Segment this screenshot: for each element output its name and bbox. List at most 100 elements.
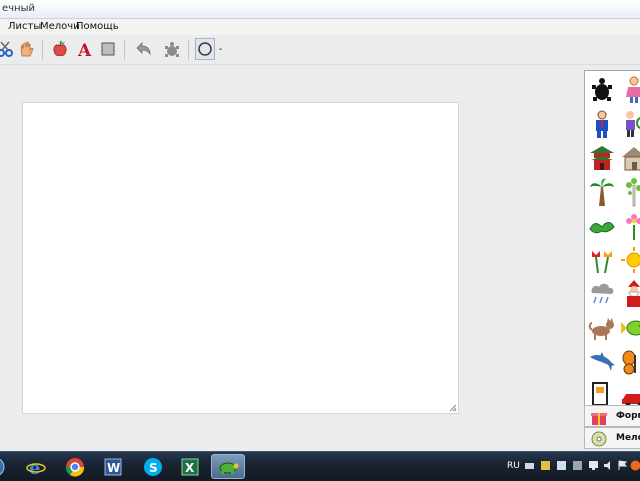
taskbar-internet-explorer[interactable]: e — [19, 454, 53, 479]
palette-item-fish[interactable] — [619, 311, 640, 345]
start-button[interactable] — [0, 454, 10, 479]
palette-item-palm-tree[interactable] — [587, 175, 617, 209]
hand-icon — [17, 40, 35, 58]
ellipse-tool-icon — [196, 40, 214, 58]
ellipse-options-dropdown[interactable]: - — [215, 38, 226, 60]
resize-grip-icon[interactable] — [448, 403, 457, 412]
svg-text:e: e — [29, 458, 40, 477]
fish-icon — [620, 313, 640, 343]
scissors-tool-button[interactable] — [0, 38, 16, 60]
tray-app-icon[interactable] — [556, 460, 567, 471]
apple-icon — [51, 40, 69, 58]
text-tool-button[interactable]: A — [73, 38, 95, 60]
palette-item-sun[interactable] — [619, 243, 640, 277]
fill-tool-button[interactable] — [97, 38, 119, 60]
fill-square-icon — [99, 40, 117, 58]
hand-tool-button[interactable] — [15, 38, 37, 60]
palette-tab-shapes[interactable]: Форм — [584, 405, 640, 427]
svg-text:W: W — [107, 461, 120, 475]
rain-cloud-icon — [588, 279, 616, 309]
palm-tree-icon — [588, 177, 616, 207]
turtle-shape-icon — [163, 40, 181, 58]
boy-with-racket-icon — [620, 109, 640, 139]
palette-item-santa-claus[interactable] — [619, 277, 640, 311]
toolbar-separator — [124, 40, 125, 60]
santa-claus-icon — [620, 279, 640, 309]
palette-tab-trifles-label: Мелоч — [616, 433, 640, 443]
start-orb-icon — [0, 457, 5, 477]
taskbar-turtle-app[interactable] — [211, 454, 245, 479]
taskbar-skype[interactable]: S — [136, 454, 170, 479]
cat-icon — [588, 313, 616, 343]
toolbar-separator — [188, 40, 189, 60]
tray-app-icon[interactable] — [540, 460, 551, 471]
gift-icon — [591, 409, 607, 425]
network-icon[interactable] — [524, 460, 535, 471]
toolbar: A - — [0, 36, 640, 65]
action-center-flag-icon[interactable] — [617, 460, 628, 471]
internet-explorer-icon: e — [26, 457, 46, 477]
taskbar-chrome[interactable] — [58, 454, 92, 479]
butterfly-icon — [620, 347, 640, 377]
dolphin-icon — [588, 347, 616, 377]
undo-button[interactable] — [132, 38, 154, 60]
palette-item-birch-tree[interactable] — [619, 175, 640, 209]
menu-help[interactable]: Помощь — [76, 21, 119, 32]
chrome-icon — [65, 457, 85, 477]
girl-icon — [620, 75, 640, 105]
man-icon — [588, 109, 616, 139]
tray-app-icon[interactable] — [630, 460, 640, 471]
palette-item-rain-cloud[interactable] — [587, 277, 617, 311]
text-a-icon: A — [75, 40, 93, 58]
palette-item-pagoda[interactable] — [587, 141, 617, 175]
palette-item-house[interactable] — [619, 141, 640, 175]
palette-item-robot[interactable] — [587, 377, 617, 406]
tray-app-icon[interactable] — [572, 460, 583, 471]
palette-item-butterfly[interactable] — [619, 345, 640, 379]
palette-tab-trifles[interactable]: Мелоч — [584, 427, 640, 449]
robot-icon — [588, 379, 616, 406]
taskbar: e W S X RU — [0, 451, 640, 481]
sun-icon — [620, 245, 640, 275]
palette-item-dolphin[interactable] — [587, 345, 617, 379]
cd-disc-icon — [591, 431, 607, 447]
drawing-canvas[interactable] — [22, 102, 459, 414]
pagoda-icon — [588, 143, 616, 173]
ellipse-tool-button[interactable] — [195, 38, 215, 60]
menu-bar: Листы Мелочи Помощь — [0, 19, 640, 35]
language-indicator[interactable]: RU — [507, 461, 520, 471]
taskbar-excel[interactable]: X — [173, 454, 207, 479]
system-tray: RU — [500, 452, 640, 481]
skype-icon: S — [143, 457, 163, 477]
toolbar-separator — [42, 40, 43, 60]
palette-item-car[interactable] — [619, 377, 640, 406]
palette-item-turtle[interactable] — [587, 73, 617, 107]
undo-icon — [133, 40, 153, 58]
word-icon: W — [103, 457, 123, 477]
palette-item-girl[interactable] — [619, 73, 640, 107]
palette-item-man[interactable] — [587, 107, 617, 141]
palette-item-bush[interactable] — [587, 209, 617, 243]
flower-icon — [620, 211, 640, 241]
menu-trifles[interactable]: Мелочи — [40, 21, 80, 32]
svg-text:X: X — [185, 461, 195, 475]
taskbar-word[interactable]: W — [96, 454, 130, 479]
house-icon — [620, 143, 640, 173]
window-title: ечный — [2, 3, 35, 14]
monitor-icon[interactable] — [588, 460, 599, 471]
turtle-icon — [588, 75, 616, 105]
palette-item-cat[interactable] — [587, 311, 617, 345]
svg-text:S: S — [149, 461, 158, 475]
palette-item-flower[interactable] — [619, 209, 640, 243]
palette-item-tulips[interactable] — [587, 243, 617, 277]
turtle-shape-button[interactable] — [161, 38, 183, 60]
turtle-app-icon — [217, 458, 239, 476]
excel-icon: X — [180, 457, 200, 477]
scissors-icon — [0, 40, 14, 58]
birch-tree-icon — [620, 177, 640, 207]
palette-item-boy-with-racket[interactable] — [619, 107, 640, 141]
volume-icon[interactable] — [603, 460, 614, 471]
menu-sheets[interactable]: Листы — [8, 21, 41, 32]
car-icon — [620, 379, 640, 406]
apple-tool-button[interactable] — [49, 38, 71, 60]
